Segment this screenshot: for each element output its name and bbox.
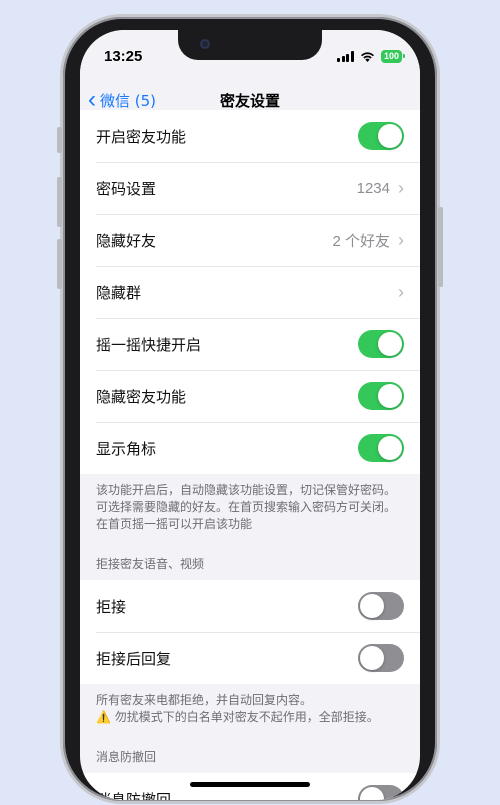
row-label: 拒接 — [96, 597, 127, 616]
section-header-reject-calls: 拒接密友语音、视频 — [96, 557, 205, 571]
row-hide-friends[interactable]: 隐藏好友 2 个好友 › — [80, 214, 420, 266]
reject-description: 所有密友来电都拒绝，并自动回复内容。 ⚠️ 勿扰模式下的白名单对密友不起作用，全… — [80, 684, 420, 736]
notch — [178, 30, 322, 60]
row-show-badge[interactable]: 显示角标 — [80, 422, 420, 474]
row-label: 隐藏好友 — [96, 231, 157, 250]
shake-quick-open-toggle[interactable] — [358, 330, 404, 358]
row-reject[interactable]: 拒接 — [80, 580, 420, 632]
row-hide-groups[interactable]: 隐藏群 › — [80, 266, 420, 318]
reply-after-reject-toggle[interactable] — [358, 644, 404, 672]
anti-recall-toggle[interactable] — [358, 785, 404, 800]
row-label: 密码设置 — [96, 179, 157, 198]
feature-description: 该功能开启后，自动隐藏该功能设置，切记保管好密码。可选择需要隐藏的好友。在首页搜… — [96, 483, 397, 531]
row-label: 开启密友功能 — [96, 127, 187, 146]
hide-feature-toggle[interactable] — [358, 382, 404, 410]
phone-screen: 13:25 100 ‹ 微信 (5) 密友设置 开启密友功能 密码设置 1234… — [80, 30, 420, 800]
front-camera-icon — [200, 39, 210, 49]
mute-switch — [57, 127, 62, 153]
row-reply-after-reject[interactable]: 拒接后回复 — [80, 632, 420, 684]
row-password-setting[interactable]: 密码设置 1234 › — [80, 162, 420, 214]
settings-group-main: 开启密友功能 密码设置 1234 › 隐藏好友 2 个好友 › 隐藏群 › 摇一… — [80, 110, 420, 474]
row-hide-close-friend-feature[interactable]: 隐藏密友功能 — [80, 370, 420, 422]
power-button — [438, 207, 443, 287]
reject-description-line2: ⚠️ 勿扰模式下的白名单对密友不起作用，全部拒接。 — [96, 710, 379, 724]
row-label: 隐藏密友功能 — [96, 387, 187, 406]
row-shake-quick-open[interactable]: 摇一摇快捷开启 — [80, 318, 420, 370]
status-icons: 100 — [337, 50, 406, 63]
volume-up-button — [57, 177, 62, 227]
wifi-icon — [360, 52, 374, 62]
row-label: 摇一摇快捷开启 — [96, 335, 202, 354]
battery-icon: 100 — [380, 50, 406, 63]
settings-list: 开启密友功能 密码设置 1234 › 隐藏好友 2 个好友 › 隐藏群 › 摇一… — [80, 110, 420, 800]
settings-group-reject: 拒接 拒接后回复 — [80, 580, 420, 684]
volume-down-button — [57, 239, 62, 289]
home-indicator[interactable] — [190, 782, 310, 787]
chevron-right-icon: › — [398, 229, 404, 250]
reject-description-line1: 所有密友来电都拒绝，并自动回复内容。 — [96, 693, 313, 707]
row-label: 隐藏群 — [96, 283, 142, 302]
show-badge-toggle[interactable] — [358, 434, 404, 462]
chevron-right-icon: › — [398, 177, 404, 198]
hidden-friends-count: 2 个好友 — [332, 232, 390, 250]
cellular-signal-icon — [337, 51, 354, 62]
reject-toggle[interactable] — [358, 592, 404, 620]
chevron-right-icon: › — [398, 281, 404, 302]
row-enable-close-friend[interactable]: 开启密友功能 — [80, 110, 420, 162]
row-label: 消息防撤回 — [96, 790, 172, 801]
status-time: 13:25 — [104, 48, 143, 65]
row-label: 拒接后回复 — [96, 649, 172, 668]
row-label: 显示角标 — [96, 439, 157, 458]
enable-close-friend-toggle[interactable] — [358, 122, 404, 150]
page-title: 密友设置 — [219, 92, 280, 110]
section-header-anti-recall: 消息防撤回 — [96, 750, 157, 764]
password-value: 1234 — [356, 179, 390, 197]
